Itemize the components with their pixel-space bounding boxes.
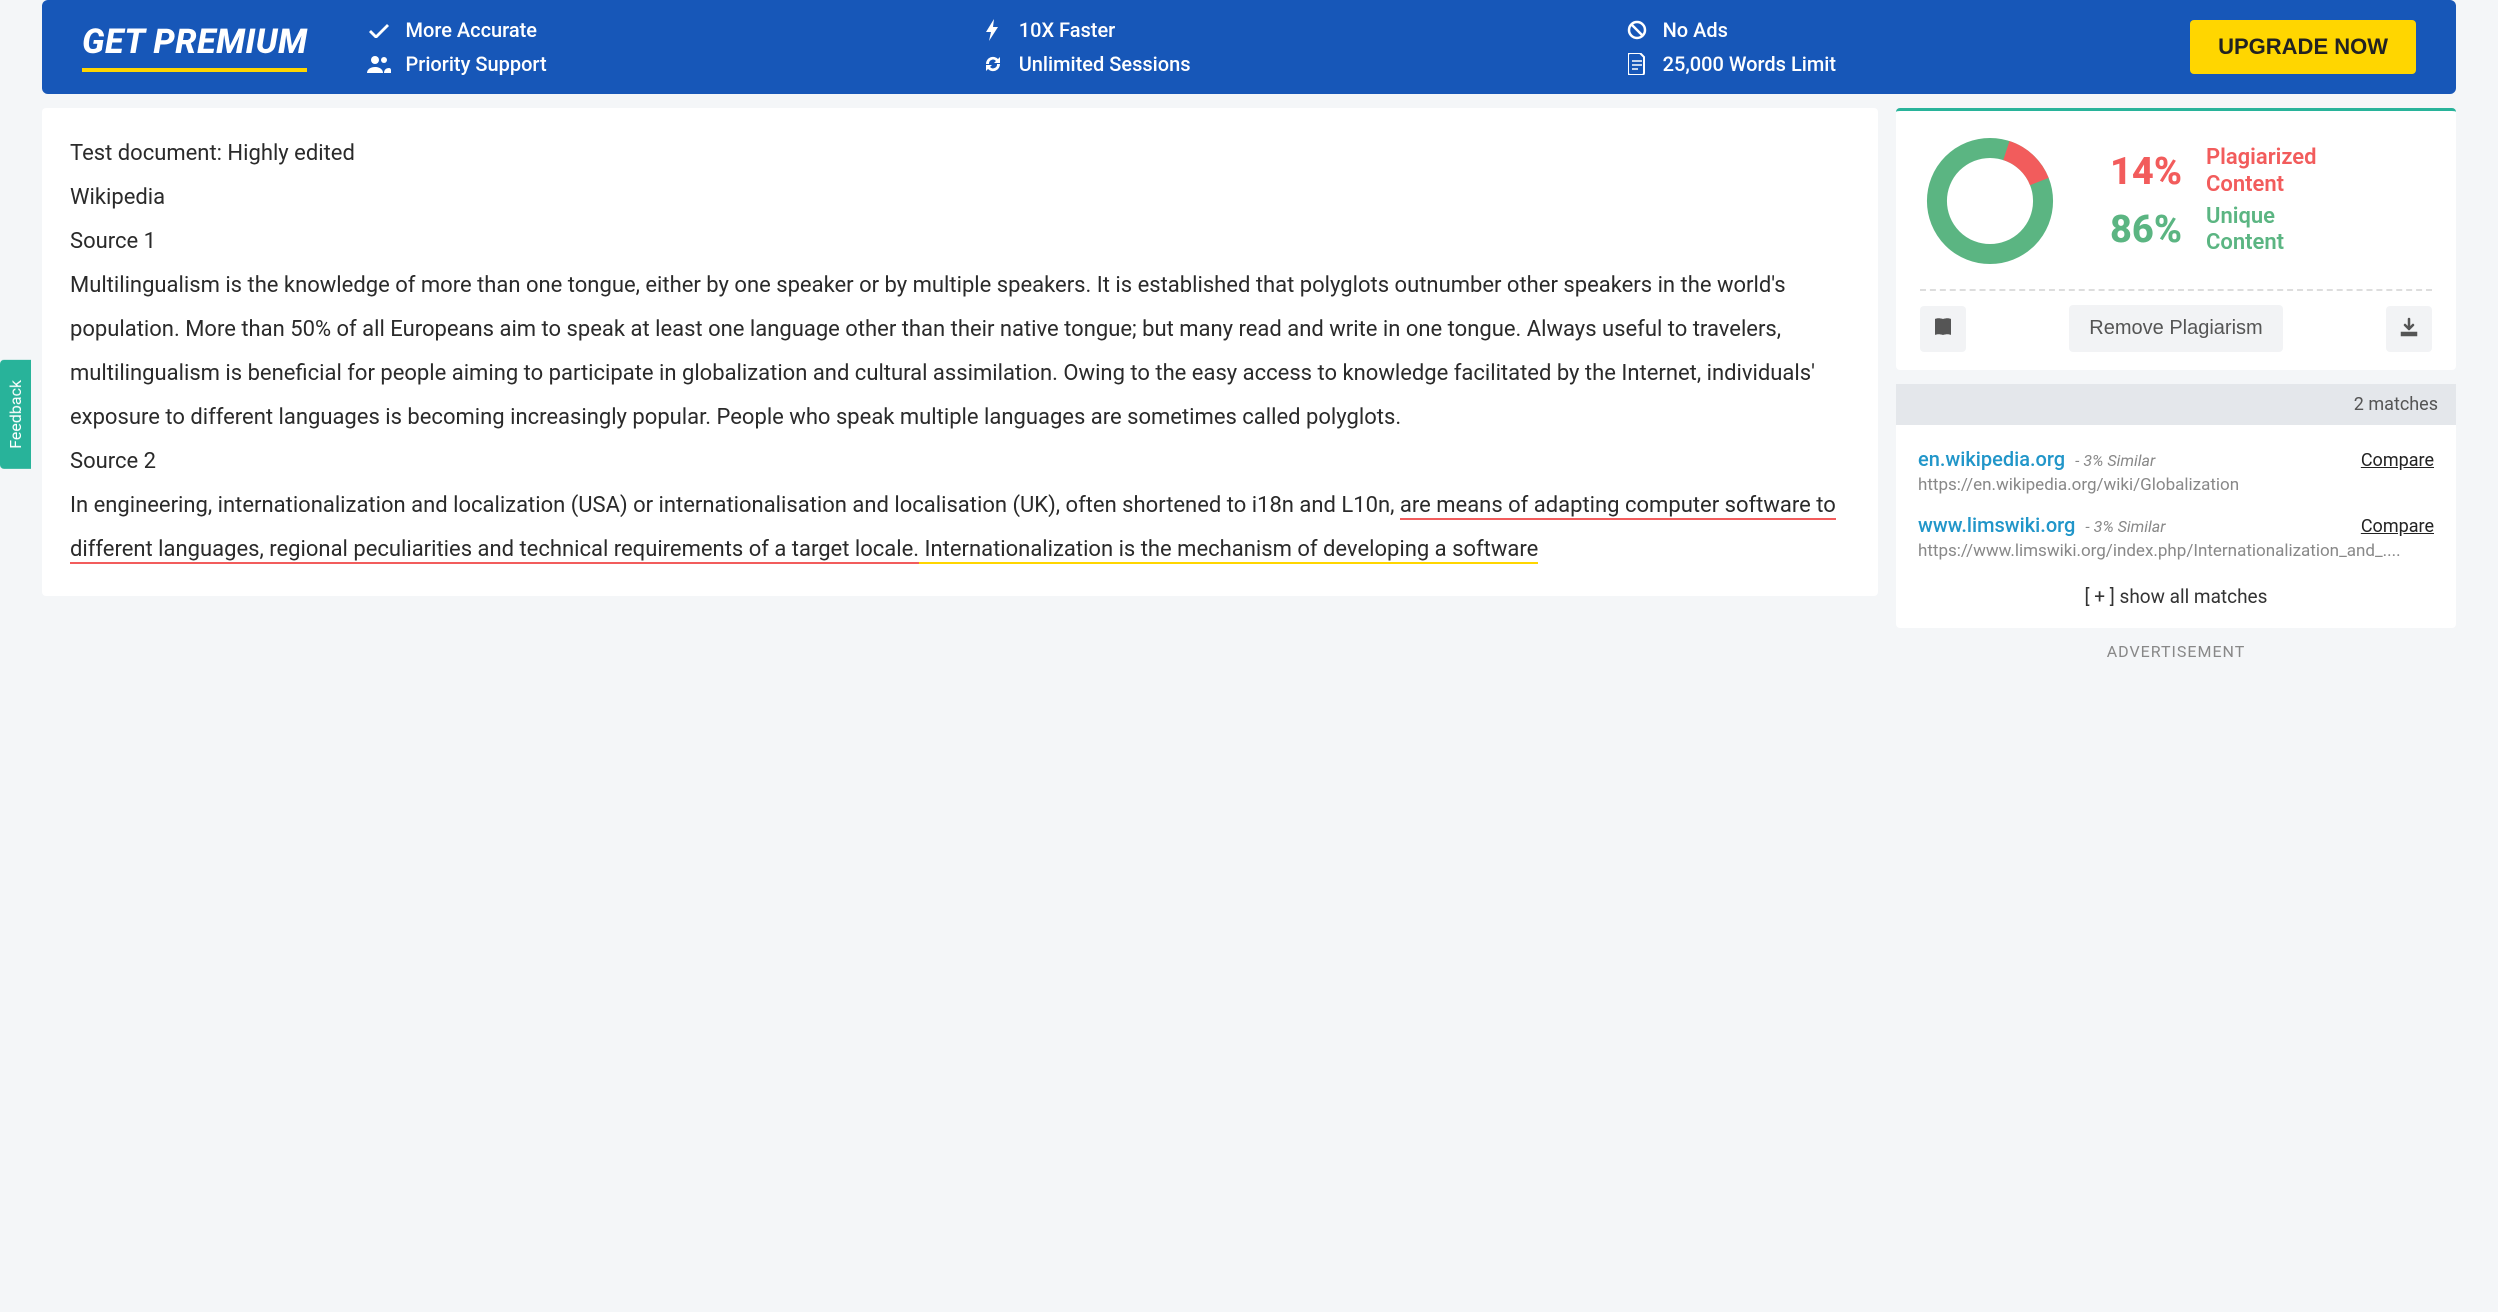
feature-words: 25,000 Words Limit: [1625, 52, 2191, 76]
plagiarized-percent: 14%: [2090, 150, 2182, 194]
feature-label: More Accurate: [405, 18, 537, 42]
document-icon: [1625, 53, 1649, 75]
book-icon: [1933, 317, 1953, 340]
feedback-tab[interactable]: Feedback: [0, 360, 31, 469]
match-item: en.wikipedia.org - 3% Similar Compare ht…: [1918, 447, 2434, 495]
match-similarity: - 3% Similar: [2075, 451, 2155, 470]
show-all-matches-link[interactable]: [ + ] show all matches: [1918, 579, 2434, 612]
plagiarized-label: Plagiarized Content: [2206, 145, 2317, 198]
ban-icon: [1625, 20, 1649, 40]
feature-label: 25,000 Words Limit: [1663, 52, 1836, 76]
feature-label: No Ads: [1663, 18, 1728, 42]
doc-para2-post: Internationalization is the mechanism of…: [919, 537, 1538, 564]
match-domain-link[interactable]: www.limswiki.org: [1918, 513, 2075, 537]
matches-count: 2 matches: [1896, 384, 2456, 425]
feature-noads: No Ads: [1625, 18, 2191, 42]
bolt-icon: [981, 19, 1005, 41]
premium-features: More Accurate 10X Faster No Ads Priority…: [367, 18, 2190, 76]
users-icon: [367, 55, 391, 73]
doc-line-2: Wikipedia: [70, 176, 1850, 220]
match-url: https://www.limswiki.org/index.php/Inter…: [1918, 541, 2434, 561]
download-icon: [2399, 317, 2419, 340]
book-button[interactable]: [1920, 306, 1966, 352]
feature-faster: 10X Faster: [981, 18, 1545, 42]
unique-stat: 86% Unique Content: [2090, 204, 2432, 257]
unique-percent: 86%: [2090, 208, 2182, 252]
plagiarized-stat: 14% Plagiarized Content: [2090, 145, 2432, 198]
feature-unlimited: Unlimited Sessions: [981, 52, 1545, 76]
premium-title: GET PREMIUM: [82, 22, 307, 72]
compare-link[interactable]: Compare: [2361, 450, 2434, 471]
doc-para2-pre: In engineering, internationalization and…: [70, 493, 1400, 518]
upgrade-button[interactable]: UPGRADE NOW: [2190, 20, 2416, 74]
download-button[interactable]: [2386, 306, 2432, 352]
compare-link[interactable]: Compare: [2361, 516, 2434, 537]
remove-plagiarism-button[interactable]: Remove Plagiarism: [2069, 305, 2282, 352]
match-item: www.limswiki.org - 3% Similar Compare ht…: [1918, 513, 2434, 561]
stats-card: 14% Plagiarized Content 86% Unique Conte…: [1896, 108, 2456, 370]
match-domain-link[interactable]: en.wikipedia.org: [1918, 447, 2065, 471]
check-icon: [367, 22, 391, 38]
match-url: https://en.wikipedia.org/wiki/Globalizat…: [1918, 475, 2434, 495]
doc-line-4: Source 2: [70, 440, 1850, 484]
unique-label: Unique Content: [2206, 204, 2284, 257]
doc-line-3: Source 1: [70, 220, 1850, 264]
feature-label: Unlimited Sessions: [1019, 52, 1191, 76]
refresh-icon: [981, 54, 1005, 74]
divider: [1920, 289, 2432, 291]
doc-paragraph-2: In engineering, internationalization and…: [70, 484, 1850, 572]
doc-paragraph-1: Multilingualism is the knowledge of more…: [70, 264, 1850, 440]
document-panel: Test document: Highly edited Wikipedia S…: [42, 108, 1878, 596]
advertisement-label: ADVERTISEMENT: [1896, 642, 2456, 661]
feature-label: 10X Faster: [1019, 18, 1116, 42]
feature-label: Priority Support: [405, 52, 546, 76]
premium-banner: GET PREMIUM More Accurate 10X Faster No …: [42, 0, 2456, 94]
feature-accurate: More Accurate: [367, 18, 900, 42]
doc-line-1: Test document: Highly edited: [70, 132, 1850, 176]
results-sidebar: 14% Plagiarized Content 86% Unique Conte…: [1896, 108, 2456, 661]
donut-chart: [1920, 131, 2060, 271]
feature-priority: Priority Support: [367, 52, 900, 76]
matches-card: 2 matches en.wikipedia.org - 3% Similar …: [1896, 384, 2456, 628]
match-similarity: - 3% Similar: [2085, 517, 2165, 536]
